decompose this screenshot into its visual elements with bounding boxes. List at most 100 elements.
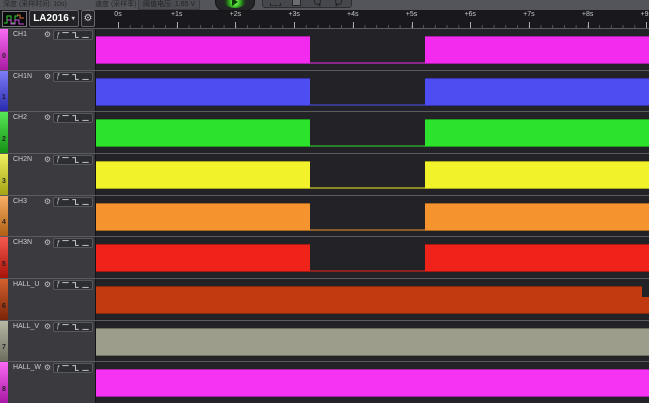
low-level-icon[interactable] [81, 73, 90, 81]
channel-header: 4CH3⚙ƒ [0, 196, 95, 237]
channel-row-ch1n: 1CH1N⚙ƒ [0, 70, 649, 112]
high-level-icon[interactable] [61, 323, 70, 331]
channel-controls: ⚙ƒ [44, 238, 93, 248]
high-level-icon[interactable] [61, 31, 70, 39]
falling-edge-icon[interactable] [71, 31, 80, 39]
channel-number: 2 [2, 136, 6, 143]
low-level-icon[interactable] [81, 239, 90, 247]
channel-color-strip: 4 [0, 196, 8, 237]
waveform-area[interactable] [95, 71, 649, 112]
low-level-icon[interactable] [81, 281, 90, 289]
channel-settings-icon[interactable]: ⚙ [44, 113, 51, 123]
channel-settings-icon[interactable]: ⚙ [44, 197, 51, 207]
ruler-tick [177, 22, 178, 28]
measure-icon[interactable]: ƒ [56, 155, 60, 164]
falling-edge-icon[interactable] [71, 364, 80, 372]
falling-edge-icon[interactable] [71, 239, 80, 247]
measure-icon[interactable]: ƒ [56, 114, 60, 123]
channel-controls: ⚙ƒ [44, 197, 93, 207]
measure-icon[interactable]: ƒ [56, 322, 60, 331]
channel-name: CH2 [13, 114, 27, 121]
channel-settings-icon[interactable]: ⚙ [44, 155, 51, 165]
sample-rate-label: 速度 (采样率) [95, 1, 137, 9]
channel-name: CH1 [13, 31, 27, 38]
low-level-icon[interactable] [81, 198, 90, 206]
ruler-label: +4s [347, 11, 358, 18]
view-zoom-toolbar [262, 0, 352, 8]
channel-color-strip: 7 [0, 321, 8, 362]
measure-icon[interactable]: ƒ [56, 197, 60, 206]
waveform-segment [425, 203, 649, 231]
device-settings-button[interactable]: ⚙ [81, 10, 95, 27]
channel-settings-icon[interactable]: ⚙ [44, 72, 51, 82]
start-capture-button[interactable] [215, 0, 255, 11]
ruler-tick [118, 22, 119, 28]
channel-header: 3CH2N⚙ƒ [0, 154, 95, 195]
trigger-select-group: ƒ [53, 197, 93, 207]
channel-settings-icon[interactable]: ⚙ [44, 280, 51, 290]
falling-edge-icon[interactable] [71, 198, 80, 206]
low-level-icon[interactable] [81, 323, 90, 331]
falling-edge-icon[interactable] [71, 114, 80, 122]
high-level-icon[interactable] [61, 114, 70, 122]
channel-header: 2 CH2 ⚙ ƒ [0, 112, 95, 153]
ruler-label: +2s [230, 11, 241, 18]
waveform-area[interactable] [95, 196, 649, 237]
waveform-area[interactable] [95, 279, 649, 320]
channel-settings-icon[interactable]: ⚙ [44, 322, 51, 332]
high-level-icon[interactable] [61, 73, 70, 81]
channel-controls: ⚙ƒ [44, 322, 93, 332]
trigger-select-group: ƒ [53, 238, 93, 248]
channel-number: 6 [2, 303, 6, 310]
channel-number: 8 [2, 386, 6, 393]
idle-low-level-line [310, 62, 426, 64]
measure-icon[interactable]: ƒ [56, 364, 60, 373]
channel-header: 7HALL_V⚙ƒ [0, 321, 95, 362]
ruler-label: +3s [288, 11, 299, 18]
threshold-voltage-field[interactable]: 阈值电压: 1.65 V [138, 0, 200, 10]
device-select-button[interactable]: LA2016 ▾ [29, 10, 79, 27]
waveform-area[interactable] [95, 112, 649, 153]
fit-view-button[interactable] [267, 0, 285, 7]
low-level-icon[interactable] [81, 114, 90, 122]
high-level-icon[interactable] [61, 281, 70, 289]
zoom-out-button[interactable] [330, 0, 348, 7]
export-view-button[interactable] [288, 0, 306, 7]
waveform-area[interactable] [95, 154, 649, 195]
waveform-area[interactable] [95, 321, 649, 362]
high-level-icon[interactable] [61, 239, 70, 247]
measure-icon[interactable]: ƒ [56, 72, 60, 81]
waveform-area[interactable] [95, 29, 649, 70]
ruler-tick [470, 22, 471, 28]
channel-number: 7 [2, 344, 6, 351]
chevron-down-icon: ▾ [72, 15, 75, 22]
channel-settings-icon[interactable]: ⚙ [44, 363, 51, 373]
header-bar: LA2016 ▾ ⚙ 0s+1s+2s+3s+4s+5s+6s+7s+8s+9s [0, 10, 649, 28]
zoom-in-button[interactable] [309, 0, 327, 7]
waveform-area[interactable] [95, 237, 649, 278]
falling-edge-icon[interactable] [71, 281, 80, 289]
low-level-icon[interactable] [81, 156, 90, 164]
high-level-icon[interactable] [61, 364, 70, 372]
channel-settings-icon[interactable]: ⚙ [44, 30, 51, 40]
waveform-area[interactable] [95, 362, 649, 403]
measure-icon[interactable]: ƒ [56, 280, 60, 289]
channel-number: 0 [2, 53, 6, 60]
channel-settings-icon[interactable]: ⚙ [44, 238, 51, 248]
low-level-icon[interactable] [81, 364, 90, 372]
time-ruler[interactable]: 0s+1s+2s+3s+4s+5s+6s+7s+8s+9s [95, 10, 649, 28]
measure-icon[interactable]: ƒ [56, 239, 60, 248]
high-level-icon[interactable] [61, 198, 70, 206]
falling-edge-icon[interactable] [71, 73, 80, 81]
waveform-segment [425, 36, 649, 64]
ruler-label: +6s [464, 11, 475, 18]
channel-row-ch2n: 3CH2N⚙ƒ [0, 153, 649, 195]
channel-color-strip: 0 [0, 29, 8, 70]
falling-edge-icon[interactable] [71, 156, 80, 164]
falling-edge-icon[interactable] [71, 323, 80, 331]
measure-icon[interactable]: ƒ [56, 31, 60, 40]
idle-low-level-line [310, 187, 426, 189]
high-level-icon[interactable] [61, 156, 70, 164]
channel-row-ch3n: 5CH3N⚙ƒ [0, 236, 649, 278]
low-level-icon[interactable] [81, 31, 90, 39]
